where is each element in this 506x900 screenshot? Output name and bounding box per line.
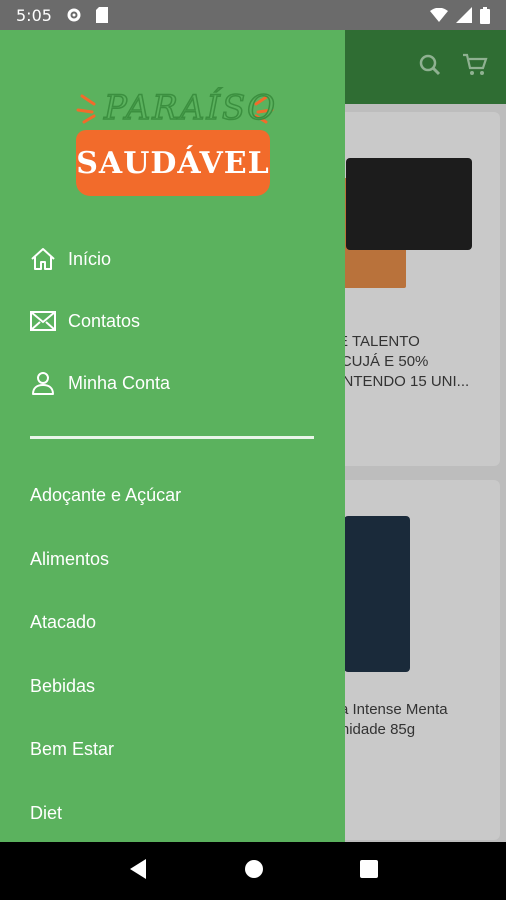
menu-item-inicio[interactable]: Início <box>30 246 111 272</box>
recents-icon[interactable] <box>360 860 378 882</box>
product-name: acta Intense Menta u unidade 85g <box>320 701 448 738</box>
menu-item-contatos[interactable]: Contatos <box>30 308 140 334</box>
search-icon[interactable] <box>418 53 442 81</box>
logo-top-text: PARAÍSO <box>103 87 278 129</box>
product-image <box>344 516 410 672</box>
home-icon <box>30 246 56 272</box>
category-item[interactable]: Bem Estar <box>30 739 114 760</box>
menu-item-label: Minha Conta <box>68 372 171 393</box>
cart-icon[interactable] <box>462 53 488 81</box>
sd-card-icon <box>95 7 108 23</box>
brand-logo: PARAÍSO SAUDÁVEL <box>76 87 278 208</box>
category-item[interactable]: Bebidas <box>30 676 95 697</box>
signal-icon <box>456 7 472 23</box>
category-item[interactable]: Diet <box>30 803 62 824</box>
category-item[interactable]: Adoçante e Açúcar <box>30 485 181 506</box>
back-icon[interactable] <box>128 858 148 884</box>
system-nav-bar <box>0 842 506 900</box>
status-bar: 5:05 <box>0 0 506 30</box>
home-circle-icon[interactable] <box>244 859 264 883</box>
menu-item-label: Início <box>68 248 112 269</box>
battery-icon <box>480 6 490 24</box>
gear-icon <box>66 7 82 23</box>
category-item[interactable]: Atacado <box>30 612 96 633</box>
menu-item-label: Contatos <box>68 310 141 331</box>
wifi-icon <box>430 8 448 22</box>
navigation-drawer: PARAÍSO SAUDÁVEL Início Contatos Minha C… <box>0 30 345 842</box>
user-icon <box>30 370 56 396</box>
product-image <box>346 158 472 250</box>
mail-icon <box>30 308 56 334</box>
logo-bottom-text: SAUDÁVEL <box>76 130 270 196</box>
menu-divider <box>30 436 314 439</box>
menu-item-minha-conta[interactable]: Minha Conta <box>30 370 170 396</box>
category-item[interactable]: Alimentos <box>30 549 109 570</box>
product-name: ATE TALENTO RACUJÁ E 50% CONTENDO 15 UNI… <box>320 333 470 390</box>
status-time: 5:05 <box>16 5 52 25</box>
